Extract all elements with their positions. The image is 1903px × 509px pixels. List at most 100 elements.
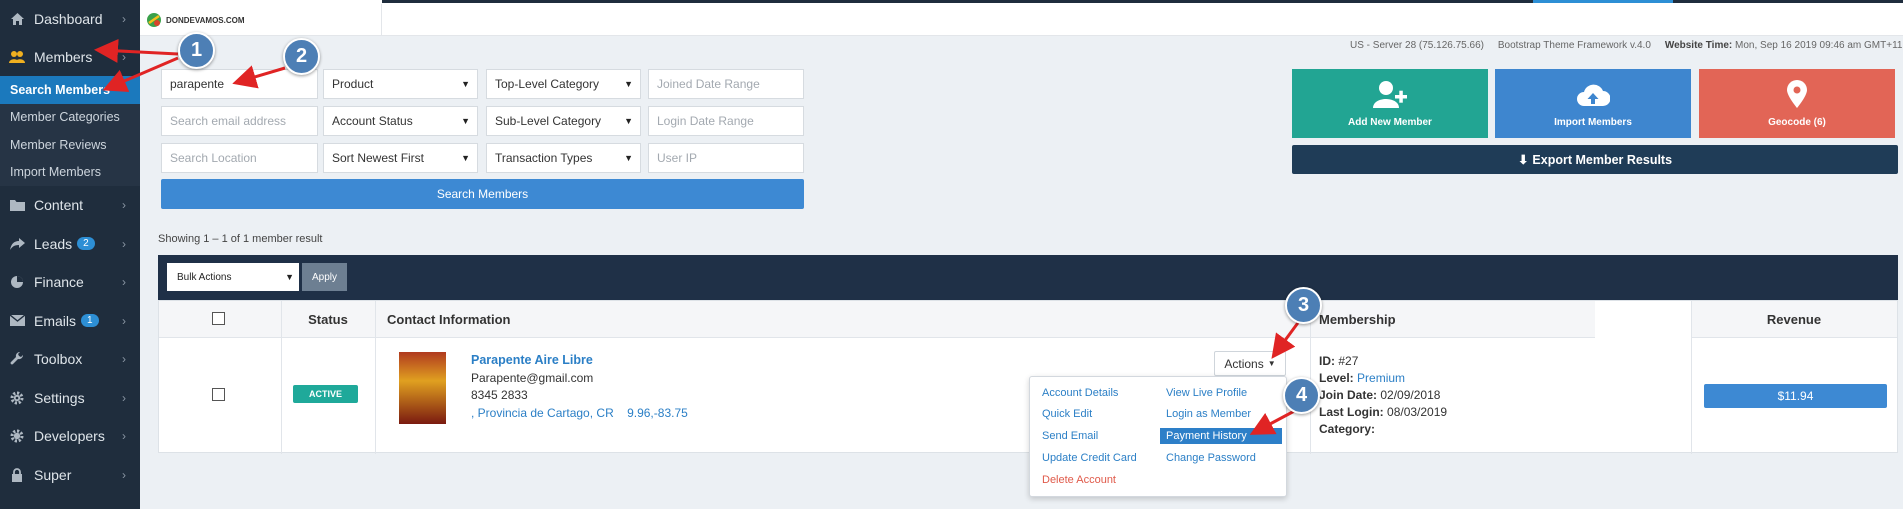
contact-header: Contact Information (375, 301, 1375, 338)
sidebar-item-label: Leads (34, 235, 73, 252)
sidebar-item-leads[interactable]: Leads 2 › (0, 225, 140, 264)
members-submenu: Search Members Member Categories Member … (0, 76, 140, 186)
sidebar-item-finance[interactable]: Finance › (0, 263, 140, 302)
sub-category-value: Sub-Level Category (495, 114, 602, 128)
member-email: Parapente@gmail.com (471, 371, 594, 385)
sort-select[interactable]: Sort Newest First ▼ (323, 143, 478, 173)
sidebar-item-super[interactable]: Super › (0, 456, 140, 495)
membership-id: ID: #27 (1319, 354, 1358, 368)
chevron-right-icon: › (122, 352, 126, 367)
sidebar-item-label: Dashboard (34, 10, 103, 27)
menu-update-credit-card[interactable]: Update Credit Card (1042, 452, 1137, 464)
sidebar-item-label: Super (34, 466, 72, 483)
revenue-button[interactable]: $11.94 (1704, 384, 1887, 408)
apply-button[interactable]: Apply (302, 263, 347, 291)
lock-icon (9, 467, 25, 483)
sort-value: Sort Newest First (332, 151, 425, 165)
sidebar-item-developers[interactable]: Developers › (0, 417, 140, 456)
actions-dropdown-button[interactable]: Actions ▼ (1214, 351, 1286, 376)
menu-account-details[interactable]: Account Details (1042, 387, 1118, 399)
email-search-input[interactable]: Search email address (161, 106, 318, 136)
sidebar-item-emails[interactable]: Emails 1 › (0, 302, 140, 341)
submenu-import-members[interactable]: Import Members (0, 159, 140, 187)
member-name-link[interactable]: Parapente Aire Libre (471, 353, 593, 367)
membership-category: Category: (1319, 422, 1375, 436)
map-marker-icon (1787, 80, 1807, 111)
site-logo[interactable]: DONDEVAMOS.COM (146, 4, 382, 36)
sidebar-item-toolbox[interactable]: Toolbox › (0, 340, 140, 379)
logo-icon (147, 13, 161, 27)
chevron-right-icon: › (122, 390, 126, 405)
row-checkbox[interactable] (212, 388, 225, 401)
joined-date-placeholder: Joined Date Range (657, 77, 760, 91)
location-search-input[interactable]: Search Location (161, 143, 318, 173)
membership-last-login: Last Login: 08/03/2019 (1319, 405, 1447, 419)
leads-count-badge: 2 (77, 237, 95, 251)
search-members-button[interactable]: Search Members (161, 179, 804, 209)
top-border-accent (1533, 0, 1673, 3)
product-select[interactable]: Product ▼ (323, 69, 478, 99)
results-count: Showing 1 – 1 of 1 member result (158, 233, 323, 245)
share-icon (9, 236, 25, 252)
folder-icon (9, 197, 25, 213)
join-date-value: 02/09/2018 (1380, 388, 1441, 402)
select-all-checkbox[interactable] (212, 312, 225, 325)
last-login-label: Last Login: (1319, 405, 1384, 419)
login-date-input[interactable]: Login Date Range (648, 106, 804, 136)
account-status-select[interactable]: Account Status ▼ (323, 106, 478, 136)
sidebar-item-settings[interactable]: Settings › (0, 379, 140, 418)
member-coords: 9.96,-83.75 (627, 406, 688, 420)
member-photo[interactable] (399, 352, 446, 424)
users-icon (9, 49, 25, 65)
keyword-value: parapente (170, 77, 225, 91)
caret-down-icon: ▼ (285, 272, 294, 282)
last-login-value: 08/03/2019 (1387, 405, 1448, 419)
export-member-results-button[interactable]: ⬇ Export Member Results (1292, 145, 1898, 174)
submenu-member-reviews[interactable]: Member Reviews (0, 131, 140, 159)
annotation-marker-3: 3 (1285, 287, 1322, 324)
logo-text: DONDEVAMOS.COM (166, 15, 245, 25)
add-user-icon (1373, 80, 1407, 111)
menu-delete-account[interactable]: Delete Account (1042, 474, 1116, 486)
membership-level-link[interactable]: Premium (1357, 371, 1405, 385)
annotation-marker-4: 4 (1283, 377, 1320, 414)
revenue-header: Revenue (1691, 301, 1897, 338)
sidebar-item-label: Finance (34, 274, 84, 291)
submenu-member-categories[interactable]: Member Categories (0, 104, 140, 132)
menu-view-live-profile[interactable]: View Live Profile (1166, 387, 1247, 399)
sidebar: Dashboard › Members › Search Members Mem… (0, 0, 140, 509)
import-members-tile[interactable]: Import Members (1495, 69, 1691, 138)
add-new-member-tile[interactable]: Add New Member (1292, 69, 1488, 138)
bulk-actions-select[interactable]: Bulk Actions ▼ (167, 263, 299, 291)
sub-category-select[interactable]: Sub-Level Category ▼ (486, 106, 641, 136)
top-category-value: Top-Level Category (495, 77, 600, 91)
membership-id-value: #27 (1338, 354, 1359, 368)
server-label: US - Server 28 (75.126.75.66) (1350, 40, 1484, 51)
user-ip-input[interactable]: User IP (648, 143, 804, 173)
wrench-icon (9, 351, 25, 367)
member-location[interactable]: , Provincia de Cartago, CR 9.96,-83.75 (471, 406, 688, 420)
chevron-right-icon: › (122, 198, 126, 213)
status-header: Status (281, 301, 375, 338)
submenu-search-members[interactable]: Search Members (0, 76, 140, 104)
menu-send-email[interactable]: Send Email (1042, 430, 1098, 442)
top-category-select[interactable]: Top-Level Category ▼ (486, 69, 641, 99)
membership-header: Membership (1309, 301, 1595, 338)
sidebar-item-content[interactable]: Content › (0, 186, 140, 225)
sidebar-item-members[interactable]: Members › (0, 37, 140, 76)
location-placeholder: Search Location (170, 151, 257, 165)
menu-change-password[interactable]: Change Password (1166, 452, 1256, 464)
menu-payment-history[interactable]: Payment History (1160, 428, 1282, 444)
joined-date-input[interactable]: Joined Date Range (648, 69, 804, 99)
geocode-tile[interactable]: Geocode (6) (1699, 69, 1895, 138)
chevron-down-icon: › (122, 49, 126, 64)
import-members-label: Import Members (1554, 117, 1632, 128)
transaction-types-select[interactable]: Transaction Types ▼ (486, 143, 641, 173)
user-ip-placeholder: User IP (657, 151, 698, 165)
sidebar-item-dashboard[interactable]: Dashboard › (0, 0, 140, 37)
column-divider (375, 301, 376, 454)
sidebar-item-label: Developers (34, 428, 105, 445)
menu-quick-edit[interactable]: Quick Edit (1042, 408, 1092, 420)
menu-login-as-member[interactable]: Login as Member (1166, 408, 1251, 420)
annotation-marker-2: 2 (283, 38, 320, 75)
